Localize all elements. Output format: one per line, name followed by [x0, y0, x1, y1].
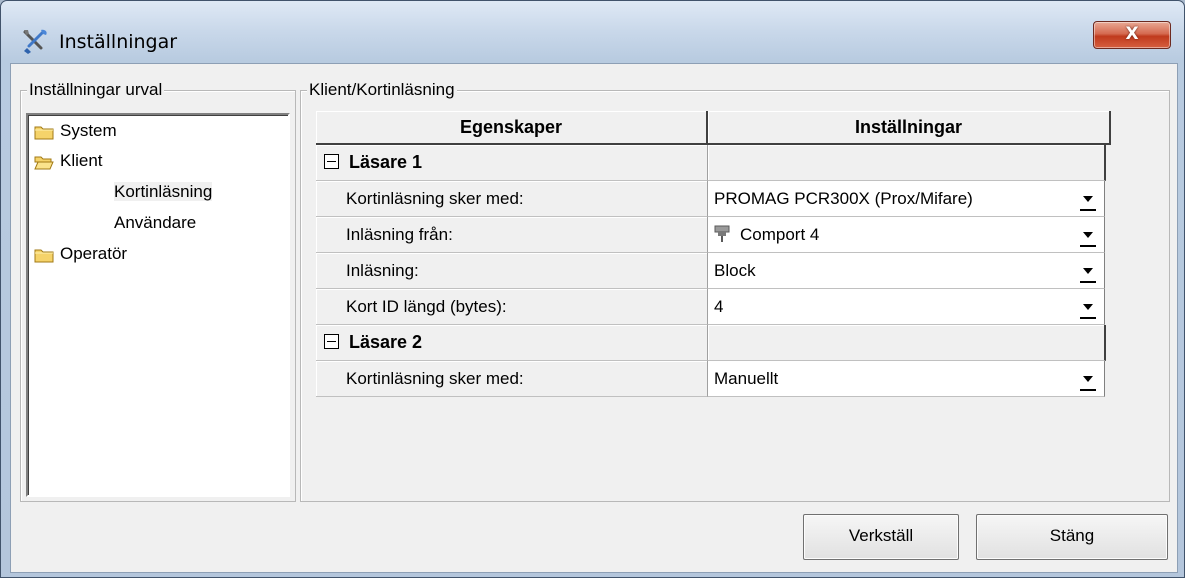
property-row: Kortinläsning sker med: PROMAG PCR300X (… [316, 181, 1111, 217]
close-icon: X [1125, 24, 1139, 44]
property-row: Inläsning från: Comport 4 [316, 217, 1111, 253]
property-value: Comport 4 [740, 225, 820, 244]
reader-2-device-select[interactable]: Manuellt [708, 361, 1105, 397]
property-row: Inläsning: Block [316, 253, 1111, 289]
property-value: PROMAG PCR300X (Prox/Mifare) [714, 189, 973, 208]
dropdown-arrow-icon[interactable] [1074, 365, 1102, 392]
column-header-settings[interactable]: Inställningar [708, 111, 1111, 145]
plug-icon [714, 225, 730, 242]
close-window-button[interactable]: X [1093, 21, 1171, 49]
tree-item-kortinlasning[interactable]: Kortinläsning [114, 181, 213, 203]
section-value-cell [708, 325, 1106, 361]
tree-item-label: Användare [114, 213, 197, 232]
column-header-properties[interactable]: Egenskaper [316, 111, 708, 145]
tree-item-label: Operatör [60, 244, 128, 263]
property-label: Inläsning från: [346, 225, 453, 244]
tree-item-klient[interactable]: Klient [34, 150, 103, 172]
property-label: Kortinläsning sker med: [346, 189, 524, 208]
dropdown-arrow-icon[interactable] [1074, 185, 1102, 212]
settings-tree[interactable]: System Klient Kortinläsning Användare Op… [26, 113, 290, 497]
property-cell: Kortinläsning sker med: [316, 181, 708, 217]
section-value-cell [708, 145, 1106, 181]
tree-item-label: Klient [60, 151, 103, 170]
property-cell: Kortinläsning sker med: [316, 361, 708, 397]
apply-button[interactable]: Verkställ [803, 514, 959, 560]
tools-icon [23, 29, 47, 54]
client-card-reading-legend: Klient/Kortinläsning [307, 80, 457, 99]
property-cell: Inläsning från: [316, 217, 708, 253]
folder-closed-icon [34, 126, 54, 140]
property-value: Block [714, 261, 756, 280]
collapse-toggle-icon[interactable] [324, 154, 339, 170]
reader-1-mode-select[interactable]: Block [708, 253, 1105, 289]
property-value: 4 [714, 297, 724, 316]
property-label: Inläsning: [346, 261, 419, 280]
settings-selection-legend: Inställningar urval [27, 80, 165, 99]
reader-1-port-select[interactable]: Comport 4 [708, 217, 1105, 253]
property-label: Kort ID längd (bytes): [346, 297, 507, 316]
reader-1-id-length-select[interactable]: 4 [708, 289, 1105, 325]
folder-closed-icon [34, 249, 54, 263]
title-bar[interactable]: Inställningar X [1, 1, 1184, 63]
tree-item-label: System [60, 121, 117, 140]
property-label: Kortinläsning sker med: [346, 369, 524, 388]
property-value: Manuellt [714, 369, 779, 388]
reader-1-device-select[interactable]: PROMAG PCR300X (Prox/Mifare) [708, 181, 1105, 217]
section-row-reader-2: Läsare 2 [316, 325, 1111, 361]
close-button[interactable]: Stäng [976, 514, 1168, 560]
property-cell: Inläsning: [316, 253, 708, 289]
dropdown-arrow-icon[interactable] [1074, 257, 1102, 284]
tree-item-label: Kortinläsning [114, 182, 213, 201]
tree-item-system[interactable]: System [34, 120, 117, 142]
section-row-reader-1: Läsare 1 [316, 145, 1111, 181]
tree-item-operator[interactable]: Operatör [34, 243, 127, 265]
dropdown-arrow-icon[interactable] [1074, 221, 1102, 248]
section-label: Läsare 1 [349, 152, 423, 172]
dropdown-arrow-icon[interactable] [1074, 293, 1102, 320]
section-label: Läsare 2 [349, 332, 423, 352]
tree-item-anvandare[interactable]: Användare [114, 212, 196, 234]
folder-open-icon [34, 156, 54, 170]
property-row: Kort ID längd (bytes): 4 [316, 289, 1111, 325]
section-cell: Läsare 1 [316, 145, 708, 181]
window-title: Inställningar [59, 31, 178, 53]
collapse-toggle-icon[interactable] [324, 334, 339, 350]
property-cell: Kort ID längd (bytes): [316, 289, 708, 325]
property-row: Kortinläsning sker med: Manuellt [316, 361, 1111, 397]
section-cell: Läsare 2 [316, 325, 708, 361]
